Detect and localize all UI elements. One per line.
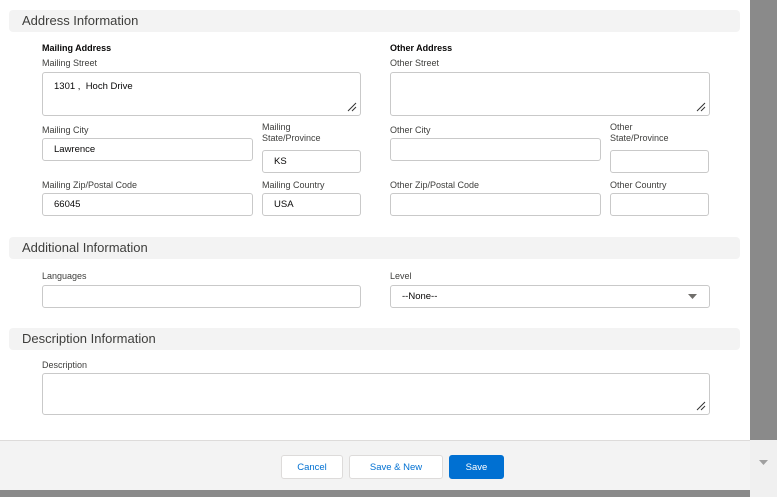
mailing-zip-label: Mailing Zip/Postal Code — [42, 180, 138, 190]
mailing-state-label-line1: Mailing — [262, 122, 291, 132]
mailing-country-label: Mailing Country — [262, 180, 325, 190]
other-city-label: Other City — [390, 125, 431, 135]
save-and-new-button[interactable]: Save & New — [349, 455, 443, 479]
description-label: Description — [42, 360, 88, 370]
other-address-heading: Other Address — [390, 43, 453, 53]
mailing-country-value: USA — [274, 199, 294, 210]
mailing-state-value: KS — [274, 156, 287, 167]
scroll-down-arrow-icon[interactable] — [759, 460, 768, 466]
level-select-value: --None-- — [402, 291, 438, 302]
mailing-zip-value: 66045 — [54, 199, 81, 210]
languages-input[interactable] — [42, 285, 361, 308]
mailing-city-value: Lawrence — [54, 144, 96, 155]
languages-label: Languages — [42, 271, 87, 281]
other-zip-label: Other Zip/Postal Code — [390, 180, 480, 190]
level-select[interactable]: --None-- — [390, 285, 710, 308]
mailing-state-label: Mailing State/Province — [262, 122, 321, 144]
section-title-description: Description Information — [22, 331, 156, 346]
level-label: Level — [390, 271, 412, 281]
form-container: Address Information Mailing Address Mail… — [0, 0, 750, 440]
other-country-input[interactable] — [610, 193, 709, 216]
mailing-address-heading: Mailing Address — [42, 43, 112, 53]
other-state-input[interactable] — [610, 150, 709, 173]
resize-grip-icon[interactable] — [696, 102, 706, 112]
other-street-label: Other Street — [390, 58, 440, 68]
section-title-additional: Additional Information — [22, 240, 148, 255]
mailing-country-input[interactable]: USA — [262, 193, 361, 216]
section-header-additional[interactable]: Additional Information — [9, 237, 740, 259]
mailing-state-label-line2: State/Province — [262, 133, 321, 143]
scrollbar-thumb[interactable] — [750, 0, 777, 440]
resize-grip-icon[interactable] — [696, 401, 706, 411]
mailing-street-label: Mailing Street — [42, 58, 98, 68]
other-state-label-line1: Other — [610, 122, 633, 132]
other-zip-input[interactable] — [390, 193, 601, 216]
section-title-address: Address Information — [22, 13, 139, 28]
other-state-label: Other State/Province — [610, 122, 669, 144]
section-header-description[interactable]: Description Information — [9, 328, 740, 350]
footer-bottom-edge — [0, 490, 750, 497]
cancel-button[interactable]: Cancel — [281, 455, 343, 479]
scrollbar-track-bottom[interactable] — [750, 440, 777, 497]
resize-grip-icon[interactable] — [347, 102, 357, 112]
other-state-label-line2: State/Province — [610, 133, 669, 143]
mailing-city-input[interactable]: Lawrence — [42, 138, 253, 161]
mailing-state-input[interactable]: KS — [262, 150, 361, 173]
mailing-street-value: 1301 , Hoch Drive — [54, 81, 133, 92]
description-textarea[interactable] — [42, 373, 710, 415]
save-button[interactable]: Save — [449, 455, 504, 479]
mailing-zip-input[interactable]: 66045 — [42, 193, 253, 216]
other-country-label: Other Country — [610, 180, 667, 190]
caret-down-icon — [688, 293, 697, 299]
other-city-input[interactable] — [390, 138, 601, 161]
modal-footer: Cancel Save & New Save — [0, 440, 750, 497]
other-street-textarea[interactable] — [390, 72, 710, 116]
mailing-street-textarea[interactable]: 1301 , Hoch Drive — [42, 72, 361, 116]
mailing-city-label: Mailing City — [42, 125, 89, 135]
section-header-address[interactable]: Address Information — [9, 10, 740, 32]
